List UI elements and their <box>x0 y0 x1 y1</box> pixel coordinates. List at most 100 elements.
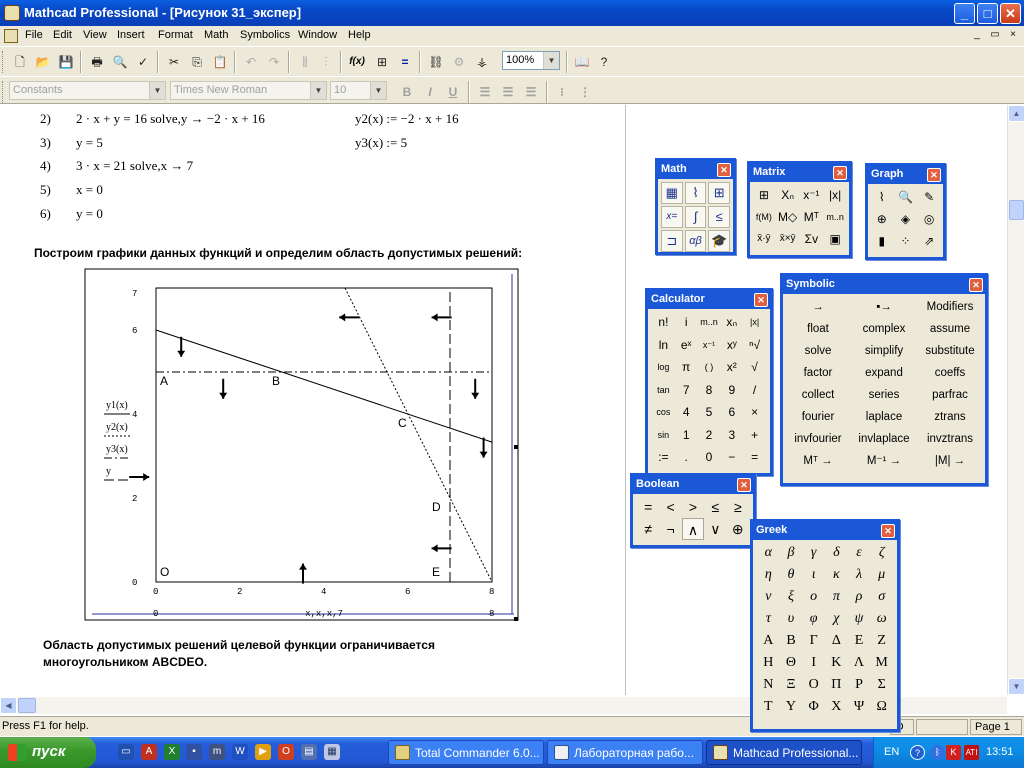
align-center-icon[interactable]: ☰ <box>499 83 517 101</box>
symbolic-key[interactable]: invztrans <box>917 428 983 450</box>
calculator-key[interactable]: × <box>743 401 766 424</box>
polar-plot-icon[interactable]: ⊕ <box>870 208 894 230</box>
doc-restore-button[interactable]: ▭ <box>988 29 1002 42</box>
calculator-key[interactable]: 2 <box>698 424 721 447</box>
equation-expression[interactable]: y = 5 <box>76 135 103 151</box>
subscript-icon[interactable]: Xₙ <box>776 184 800 206</box>
calculator-key[interactable]: − <box>720 446 743 469</box>
surface-plot-icon[interactable]: ◈ <box>894 208 918 230</box>
greek-key[interactable]: Ψ <box>848 696 871 718</box>
calculator-key[interactable]: tan <box>652 379 675 402</box>
greek-key[interactable]: ζ <box>870 542 893 564</box>
equation-expression[interactable]: x = 0 <box>76 182 103 198</box>
doc-minimize-button[interactable]: _ <box>970 29 984 42</box>
palette-title[interactable]: Boolean ✕ <box>633 476 753 494</box>
equation-expression[interactable]: y = 0 <box>76 206 103 222</box>
chevron-down-icon[interactable]: ▼ <box>543 52 559 69</box>
symbolic-key[interactable]: → <box>785 296 851 318</box>
symbolic-key[interactable]: invfourier <box>785 428 851 450</box>
evaluation-toolbar-icon[interactable]: x= <box>661 206 683 228</box>
symbolic-key[interactable]: solve <box>785 340 851 362</box>
greek-key[interactable]: Κ <box>825 652 848 674</box>
media-player-icon[interactable]: ▶ <box>255 744 271 760</box>
boolean-palette[interactable]: Boolean ✕ = < > ≤ ≥ ≠ ¬ ∧ ∨ ⊕ <box>630 473 756 548</box>
greek-key[interactable]: Υ <box>780 696 803 718</box>
notepad-icon[interactable]: ▤ <box>301 744 317 760</box>
graph-palette[interactable]: Graph ✕ ⌇ 🔍 ✎ ⊕ ◈ ◎ ▮ ⁘ ⇗ <box>865 163 946 260</box>
greek-key[interactable]: Θ <box>780 652 803 674</box>
symbolic-key[interactable]: fourier <box>785 406 851 428</box>
font-size-select[interactable]: 10 ▼ <box>330 81 387 100</box>
calculator-key[interactable]: 7 <box>675 379 698 402</box>
symbolic-key[interactable]: expand <box>851 362 917 384</box>
scroll-left-icon[interactable]: ◀ <box>0 697 17 714</box>
greek-key[interactable]: Φ <box>802 696 825 718</box>
scroll-down-icon[interactable]: ▼ <box>1008 678 1024 695</box>
acrobat-icon[interactable]: A <box>141 744 157 760</box>
calculator-key[interactable]: 3 <box>720 424 743 447</box>
greek-key[interactable]: ι <box>802 564 825 586</box>
matrix-palette[interactable]: Matrix ✕ ⊞ Xₙ x⁻¹ |x| f(M) M◇ Mᵀ m..n x̄·… <box>747 161 852 258</box>
calculator-key[interactable]: 8 <box>698 379 721 402</box>
close-button[interactable]: ✕ <box>1000 3 1021 24</box>
symbolic-key[interactable]: complex <box>851 318 917 340</box>
calculator-key[interactable]: 5 <box>698 401 721 424</box>
conclusion-line-1[interactable]: Область допустимых решений целевой функц… <box>43 638 435 652</box>
calculator-key[interactable]: + <box>743 424 766 447</box>
menu-file[interactable]: File <box>25 29 43 41</box>
calculator-key[interactable]: n! <box>652 311 675 334</box>
greek-key[interactable]: β <box>780 542 803 564</box>
boolean-key[interactable]: ∧ <box>681 518 705 540</box>
symbolic-key[interactable]: collect <box>785 384 851 406</box>
task-mathcad[interactable]: Mathcad Professional... <box>706 740 862 765</box>
symbolic-key[interactable]: ▪→ <box>851 296 917 318</box>
greek-key[interactable]: Σ <box>870 674 893 696</box>
greek-key[interactable]: η <box>757 564 780 586</box>
greek-palette[interactable]: Greek ✕ αβγδεζ ηθικλμ νξοπρσ τυφχψω ΑΒΓΔΕΖ ΗΘΙ… <box>750 519 900 732</box>
scatter-plot-icon[interactable]: ⁘ <box>894 230 918 252</box>
greek-key[interactable]: Ε <box>848 630 871 652</box>
cut-icon[interactable]: ✂ <box>164 52 184 72</box>
menu-symbolics[interactable]: Symbolics <box>240 29 290 41</box>
calculus-toolbar-icon[interactable]: ∫ <box>684 206 707 228</box>
italic-button[interactable]: I <box>421 83 439 101</box>
ati-icon[interactable]: ATI <box>964 745 979 760</box>
palette-title[interactable]: Greek ✕ <box>753 522 897 540</box>
greek-key[interactable]: ρ <box>848 586 871 608</box>
numbering-icon[interactable]: ⋮ <box>576 83 594 101</box>
menu-help[interactable]: Help <box>348 29 371 41</box>
window-switch-icon[interactable]: ▦ <box>324 744 340 760</box>
zoom-select[interactable]: 100% ▼ <box>502 51 560 70</box>
calculator-toolbar-icon[interactable]: ▦ <box>661 182 683 204</box>
boolean-key[interactable]: ⊕ <box>727 518 749 540</box>
help-tray-icon[interactable]: ? <box>910 745 925 760</box>
equation-definition[interactable]: y2(x) := −2 · x + 16 <box>355 111 459 127</box>
greek-key[interactable]: δ <box>825 542 848 564</box>
boolean-key[interactable]: > <box>682 496 704 518</box>
calculator-key[interactable]: x² <box>720 356 743 379</box>
symbolic-key[interactable]: simplify <box>851 340 917 362</box>
close-icon[interactable]: ✕ <box>717 163 731 177</box>
symbolic-key[interactable]: parfrac <box>917 384 983 406</box>
horizontal-scroll-thumb[interactable] <box>18 698 36 713</box>
calculator-key[interactable]: = <box>743 446 766 469</box>
calculator-key[interactable]: ( ) <box>698 356 721 379</box>
calculator-key[interactable]: π <box>675 356 698 379</box>
symbolic-key[interactable]: coeffs <box>917 362 983 384</box>
copy-icon[interactable]: ⎘ <box>187 52 207 72</box>
boolean-key[interactable]: ≤ <box>704 496 726 518</box>
symbolic-key[interactable]: laplace <box>851 406 917 428</box>
align-left-icon[interactable]: ☰ <box>476 83 494 101</box>
greek-key[interactable]: Ζ <box>870 630 893 652</box>
calculator-key[interactable]: ln <box>652 334 675 357</box>
greek-key[interactable]: λ <box>848 564 871 586</box>
opera-icon[interactable]: O <box>278 744 294 760</box>
calculator-key[interactable]: xʸ <box>720 334 743 357</box>
new-file-icon[interactable]: 🗋 <box>10 52 30 72</box>
save-icon[interactable]: 💾 <box>56 52 76 72</box>
doc-close-button[interactable]: × <box>1006 29 1020 42</box>
greek-key[interactable]: θ <box>780 564 803 586</box>
greek-key[interactable]: γ <box>802 542 825 564</box>
transpose-icon[interactable]: Mᵀ <box>800 206 824 228</box>
greek-key[interactable]: τ <box>757 608 780 630</box>
